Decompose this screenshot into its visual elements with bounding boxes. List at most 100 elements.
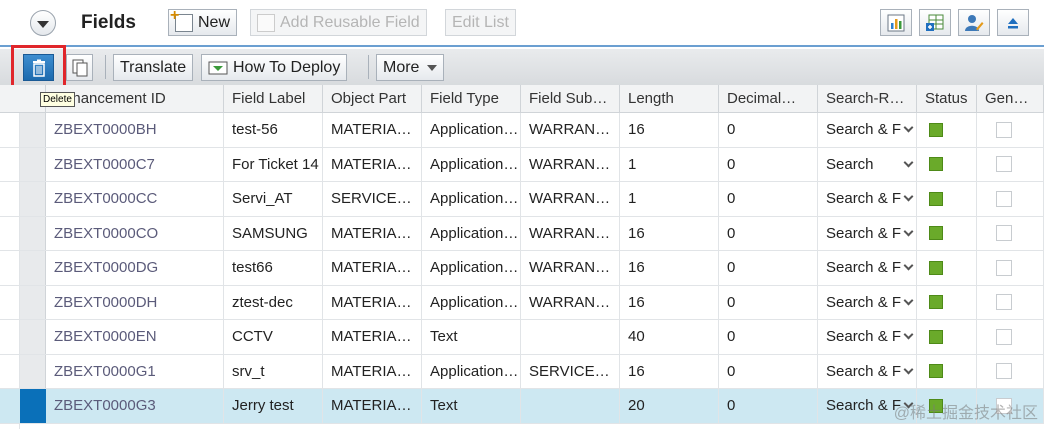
row-selector[interactable]	[20, 389, 46, 423]
chevron-down-icon	[903, 226, 914, 237]
table-row[interactable]: ZBEXT0000C7 For Ticket 14 MATERIA… Applicat…	[0, 147, 1044, 182]
gen-checkbox[interactable]	[996, 328, 1012, 345]
column-header-object-part[interactable]: Object Part	[323, 85, 422, 112]
row-selector[interactable]	[20, 354, 46, 388]
field-type-cell: Application…	[422, 251, 521, 285]
gen-checkbox[interactable]	[996, 363, 1012, 380]
chevron-down-icon	[903, 191, 914, 202]
how-to-deploy-button[interactable]: How To Deploy	[201, 54, 348, 81]
search-relevant-select[interactable]: Search & F	[818, 354, 917, 388]
field-label-cell: test66	[224, 251, 323, 285]
toolbar-separator	[105, 55, 106, 79]
watermark-text: @稀土掘金技术社区	[893, 405, 1038, 422]
new-button[interactable]: New	[168, 7, 238, 36]
row-selector[interactable]	[20, 113, 46, 147]
enhancement-id-cell[interactable]: ZBEXT0000DG	[46, 251, 224, 285]
search-relevant-select[interactable]: Search & F	[818, 113, 917, 147]
length-cell: 1	[620, 147, 719, 181]
gen-checkbox[interactable]	[996, 225, 1012, 242]
status-cell	[917, 147, 977, 181]
enhancement-id-cell[interactable]: ZBEXT0000DH	[46, 285, 224, 319]
gen-cell	[977, 320, 1044, 354]
status-active-icon	[929, 329, 943, 344]
row-selector[interactable]	[20, 216, 46, 250]
toolbar-separator	[368, 55, 369, 79]
field-sub-cell	[521, 320, 620, 354]
column-header-field-type[interactable]: Field Type	[422, 85, 521, 112]
gen-checkbox[interactable]	[996, 294, 1012, 311]
search-relevant-select[interactable]: Search & F	[818, 182, 917, 216]
translate-label: Translate	[120, 58, 187, 76]
search-relevant-select[interactable]: Search & F	[818, 251, 917, 285]
enhancement-id-cell[interactable]: ZBEXT0000BH	[46, 113, 224, 147]
field-label-cell: For Ticket 14	[224, 147, 323, 181]
search-relevant-value: Search & F	[826, 259, 902, 277]
gen-checkbox[interactable]	[996, 259, 1012, 276]
length-cell: 16	[620, 113, 719, 147]
table-row[interactable]: ZBEXT0000BH test-56 MATERIA… Application… WA…	[0, 113, 1044, 148]
column-header-gen[interactable]: Gen…	[977, 85, 1044, 112]
chevron-down-icon	[37, 20, 49, 28]
column-header-decimal[interactable]: Decimal…	[719, 85, 818, 112]
row-selector[interactable]	[20, 320, 46, 354]
table-row[interactable]: ZBEXT0000CC Servi_AT SERVICE… Application… W…	[0, 182, 1044, 217]
export-button[interactable]	[919, 9, 951, 36]
enhancement-id-cell[interactable]: ZBEXT0000CO	[46, 216, 224, 250]
enhancement-id-cell[interactable]: ZBEXT0000C7	[46, 147, 224, 181]
personalize-button[interactable]	[958, 9, 990, 36]
edit-list-button[interactable]: Edit List	[445, 9, 516, 36]
object-part-cell: MATERIA…	[323, 216, 422, 250]
status-active-icon	[929, 191, 943, 206]
translate-button[interactable]: Translate	[113, 54, 194, 81]
table-row[interactable]: ZBEXT0000G3 Jerry test MATERIA… Text 20 0 Sear…	[0, 389, 1044, 424]
length-cell: 16	[620, 251, 719, 285]
enhancement-id-cell[interactable]: ZBEXT0000CC	[46, 182, 224, 216]
collapse-toggle-button[interactable]	[30, 10, 56, 36]
row-selector[interactable]	[20, 251, 46, 285]
decimal-cell: 0	[719, 389, 818, 423]
table-row[interactable]: ZBEXT0000G1 srv_t MATERIA… Application… SERV…	[0, 354, 1044, 389]
column-header-length[interactable]: Length	[620, 85, 719, 112]
decimal-cell: 0	[719, 251, 818, 285]
field-label-cell: Jerry test	[224, 389, 323, 423]
length-cell: 16	[620, 354, 719, 388]
field-label-cell: srv_t	[224, 354, 323, 388]
table-row[interactable]: ZBEXT0000DH ztest-dec MATERIA… Application……	[0, 285, 1044, 320]
more-menu-button[interactable]: More	[376, 54, 445, 81]
search-relevant-select[interactable]: Search	[818, 147, 917, 181]
decimal-cell: 0	[719, 320, 818, 354]
row-selector[interactable]	[20, 182, 46, 216]
status-cell	[917, 251, 977, 285]
eject-icon	[1008, 17, 1018, 28]
enhancement-id-cell[interactable]: ZBEXT0000G3	[46, 389, 224, 423]
field-type-cell: Text	[422, 389, 521, 423]
length-cell: 20	[620, 389, 719, 423]
how-to-deploy-label: How To Deploy	[233, 58, 341, 76]
eject-button[interactable]	[997, 9, 1029, 36]
gen-checkbox[interactable]	[996, 121, 1012, 138]
enhancement-id-cell[interactable]: ZBEXT0000G1	[46, 354, 224, 388]
column-header-field-label[interactable]: Field Label	[224, 85, 323, 112]
row-selector[interactable]	[20, 285, 46, 319]
gen-checkbox[interactable]	[996, 190, 1012, 207]
gen-checkbox[interactable]	[996, 156, 1012, 173]
search-relevant-value: Search & F	[826, 328, 902, 346]
status-active-icon	[929, 157, 943, 172]
column-header-field-sub[interactable]: Field Sub…	[521, 85, 620, 112]
copy-button[interactable]	[66, 54, 93, 81]
column-header-search-relevant[interactable]: Search-R…	[818, 85, 917, 112]
search-relevant-select[interactable]: Search & F	[818, 320, 917, 354]
row-selector[interactable]	[20, 147, 46, 181]
search-relevant-select[interactable]: Search & F	[818, 216, 917, 250]
column-header-status[interactable]: Status	[917, 85, 977, 112]
enhancement-id-cell[interactable]: ZBEXT0000EN	[46, 320, 224, 354]
table-row[interactable]: ZBEXT0000EN CCTV MATERIA… Text 40 0 Search & F	[0, 320, 1044, 355]
search-relevant-select[interactable]: Search & F	[818, 285, 917, 319]
table-row[interactable]: ZBEXT0000DG test66 MATERIA… Application… WAR…	[0, 251, 1044, 286]
field-sub-cell: WARRAN…	[521, 216, 620, 250]
add-reusable-field-label: Add Reusable Field	[280, 13, 420, 31]
chart-button[interactable]	[880, 9, 912, 36]
add-reusable-field-button[interactable]: Add Reusable Field	[250, 9, 427, 36]
field-sub-cell: WARRAN…	[521, 113, 620, 147]
table-row[interactable]: ZBEXT0000CO SAMSUNG MATERIA… Application… WA…	[0, 216, 1044, 251]
